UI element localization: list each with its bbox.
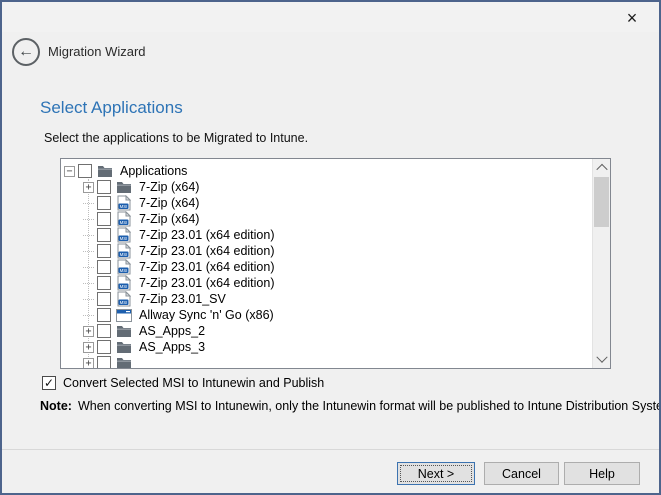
tree-item-label[interactable]: 7-Zip 23.01 (x64 edition) [137,260,277,274]
tree-row[interactable]: +7-Zip (x64) [61,179,593,195]
close-icon[interactable]: × [619,6,645,30]
folder-icon [116,179,132,195]
tree-item-checkbox[interactable] [97,292,111,306]
msi-package-icon: MSI [116,195,132,211]
convert-option-row: ✓ Convert Selected MSI to Intunewin and … [42,376,324,390]
note-label: Note: [40,399,72,413]
folder-icon [116,323,132,339]
tree-connector [83,266,94,268]
convert-checkbox-label: Convert Selected MSI to Intunewin and Pu… [63,376,324,390]
applications-tree: −Applications+7-Zip (x64)MSI7-Zip (x64)M… [60,158,611,369]
expand-plus-icon[interactable]: + [83,358,94,369]
folder-icon [97,163,113,179]
tree-item-checkbox[interactable] [97,308,111,322]
expand-plus-icon[interactable]: + [83,326,94,337]
tree-item-label[interactable]: 7-Zip 23.01 (x64 edition) [137,276,277,290]
scroll-up-icon[interactable] [593,159,610,176]
svg-text:MSI: MSI [120,252,128,257]
tree-row[interactable]: MSI 7-Zip (x64) [61,195,593,211]
title-bar: × [2,2,659,32]
scroll-down-icon[interactable] [593,351,610,368]
tree-item-checkbox[interactable] [97,260,111,274]
help-button[interactable]: Help [564,462,640,485]
tree-item-checkbox[interactable] [97,212,111,226]
tree-row[interactable]: + AS_Apps_2 [61,323,593,339]
tree-scrollbar[interactable] [592,159,610,368]
footer: Next > Cancel Help [2,450,659,491]
expand-plus-icon[interactable]: + [83,182,94,193]
tree-item-checkbox[interactable] [97,324,111,338]
tree-item-label[interactable]: Applications [118,164,189,178]
tree-row[interactable]: MSI 7-Zip 23.01 (x64 edition) [61,275,593,291]
tree-row[interactable]: + AS_Apps_3 [61,339,593,355]
folder-icon [116,355,132,368]
tree-item-checkbox[interactable] [78,164,92,178]
page-title: Select Applications [40,98,183,118]
wizard-title: Migration Wizard [48,44,146,59]
folder-icon [116,339,132,355]
tree-row[interactable]: + [61,355,593,368]
tree-item-checkbox[interactable] [97,276,111,290]
tree-connector [83,314,94,316]
tree-connector [83,250,94,252]
back-arrow-icon[interactable]: ← [12,38,40,66]
wizard-header: ← Migration Wizard [2,34,659,70]
msi-package-icon: MSI [116,211,132,227]
tree-item-label[interactable]: 7-Zip 23.01 (x64 edition) [137,244,277,258]
scrollbar-thumb[interactable] [594,177,609,227]
cancel-button[interactable]: Cancel [484,462,559,485]
migration-wizard-window: × ← Migration Wizard Select Applications… [0,0,661,495]
svg-text:MSI: MSI [120,268,128,273]
note-text: When converting MSI to Intunewin, only t… [78,399,661,413]
note-row: Note: When converting MSI to Intunewin, o… [40,399,661,413]
svg-text:MSI: MSI [120,220,128,225]
svg-text:MSI: MSI [120,236,128,241]
next-button[interactable]: Next > [397,462,475,485]
tree-row[interactable]: MSI 7-Zip 23.01 (x64 edition) [61,243,593,259]
tree-item-checkbox[interactable] [97,196,111,210]
msi-package-icon: MSI [116,275,132,291]
tree-connector [83,298,94,300]
svg-text:MSI: MSI [120,284,128,289]
tree-row[interactable]: MSI 7-Zip 23.01_SV [61,291,593,307]
svg-text:MSI: MSI [120,300,128,305]
tree-item-label[interactable]: AS_Apps_2 [137,324,207,338]
tree-item-label[interactable]: 7-Zip 23.01 (x64 edition) [137,228,277,242]
tree-row[interactable]: − Applications [61,163,593,179]
app-window-icon [116,307,132,323]
convert-checkbox[interactable]: ✓ [42,376,56,390]
tree-item-checkbox[interactable] [97,228,111,242]
tree-item-label[interactable]: 7-Zip (x64) [137,180,201,194]
tree-item-checkbox[interactable] [97,356,111,368]
tree-row[interactable]: MSI 7-Zip 23.01 (x64 edition) [61,227,593,243]
tree-rows-container: −Applications+7-Zip (x64)MSI7-Zip (x64)M… [61,159,593,368]
tree-connector [83,202,94,204]
tree-item-label[interactable]: Allway Sync 'n' Go (x86) [137,308,276,322]
tree-item-label[interactable]: 7-Zip (x64) [137,212,201,226]
tree-connector [83,218,94,220]
svg-text:MSI: MSI [120,204,128,209]
msi-package-icon: MSI [116,259,132,275]
collapse-minus-icon[interactable]: − [64,166,75,177]
tree-item-label[interactable]: AS_Apps_3 [137,340,207,354]
tree-item-checkbox[interactable] [97,180,111,194]
msi-package-icon: MSI [116,243,132,259]
msi-package-icon: MSI [116,227,132,243]
tree-connector [83,282,94,284]
tree-connector [83,234,94,236]
msi-package-icon: MSI [116,291,132,307]
tree-row[interactable]: MSI 7-Zip 23.01 (x64 edition) [61,259,593,275]
tree-item-label[interactable]: 7-Zip 23.01_SV [137,292,228,306]
tree-item-checkbox[interactable] [97,244,111,258]
expand-plus-icon[interactable]: + [83,342,94,353]
tree-row[interactable]: Allway Sync 'n' Go (x86) [61,307,593,323]
tree-item-checkbox[interactable] [97,340,111,354]
tree-item-label[interactable]: 7-Zip (x64) [137,196,201,210]
tree-row[interactable]: MSI 7-Zip (x64) [61,211,593,227]
page-subtitle: Select the applications to be Migrated t… [44,131,308,145]
